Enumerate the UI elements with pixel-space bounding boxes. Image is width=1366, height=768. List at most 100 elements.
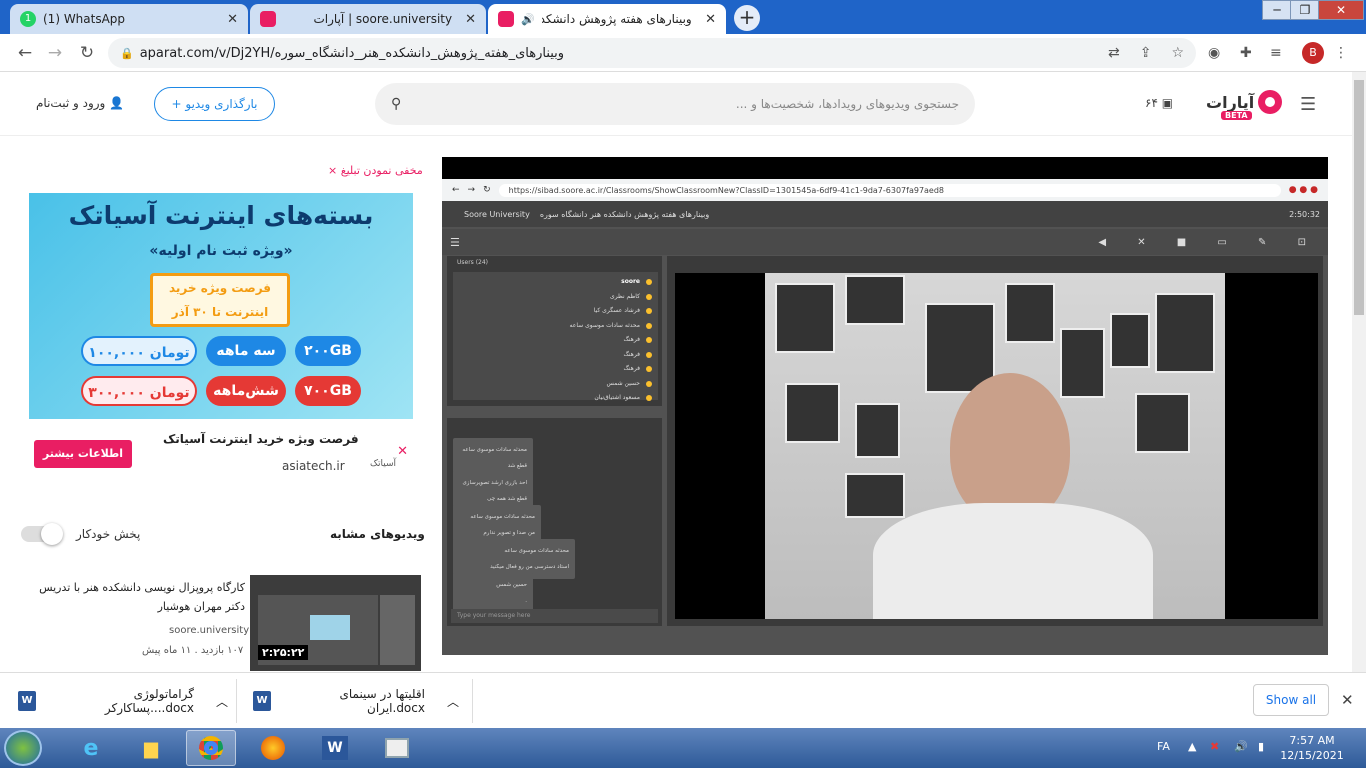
forward-icon[interactable]: → bbox=[44, 42, 66, 64]
close-tab-icon[interactable]: ✕ bbox=[705, 12, 716, 27]
scrollbar-thumb[interactable] bbox=[1354, 80, 1364, 315]
message-author: حسین شمس bbox=[496, 582, 527, 588]
chrome-taskbar-icon[interactable] bbox=[186, 730, 236, 766]
address-bar[interactable]: 🔒 aparat.com/v/Dj2YH/وبینارهای_هفته_پژوه… bbox=[108, 38, 1196, 68]
wall-photo bbox=[1110, 313, 1150, 368]
tab-title: (1) WhatsApp bbox=[43, 12, 126, 26]
upload-video-button[interactable]: + بارگذاری ویدیو bbox=[154, 87, 275, 121]
chevron-up-icon[interactable]: ︿ bbox=[447, 693, 459, 710]
word-taskbar-icon[interactable]: W bbox=[310, 730, 360, 766]
user-row: حسین شمس bbox=[453, 377, 658, 392]
search-input[interactable]: جستجوی ویدیوهای رویدادها، شخصیت‌ها و ... bbox=[736, 97, 959, 111]
whatsapp-icon: 1 bbox=[20, 11, 36, 27]
puzzle-icon[interactable]: ✚ bbox=[1240, 45, 1252, 61]
autoplay-toggle[interactable] bbox=[21, 523, 63, 545]
tray-expand-icon[interactable]: ▲ bbox=[1188, 740, 1196, 753]
advertiser-logo: ✕ آسیاتک bbox=[358, 444, 408, 470]
user-row: فرهنگ bbox=[453, 362, 658, 377]
ad-banner[interactable]: بسته‌های اینترنت آسیاتک «ویژه ثبت نام او… bbox=[29, 193, 413, 419]
lock-icon: 🔒 bbox=[120, 46, 134, 60]
ad-offer-line: فرصت ویژه خرید bbox=[168, 281, 272, 295]
back-icon[interactable]: ← bbox=[14, 42, 36, 64]
tab-whatsapp[interactable]: 1 (1) WhatsApp ✕ bbox=[10, 4, 248, 34]
chat-message: حسین شمس . bbox=[453, 573, 533, 613]
clock-date: 12/15/2021 bbox=[1280, 749, 1344, 762]
chevron-up-icon[interactable]: ︿ bbox=[216, 693, 228, 710]
ad-caption[interactable]: فرصت ویژه خرید اینترنت آسیاتک bbox=[163, 432, 359, 446]
reload-icon[interactable]: ↻ bbox=[76, 42, 98, 64]
tab-title: آپارات | soore.university bbox=[313, 12, 453, 26]
translate-icon[interactable]: ⇄ bbox=[1108, 45, 1120, 61]
system-clock[interactable]: 7:57 AM 12/15/2021 bbox=[1278, 733, 1346, 763]
wall-photo bbox=[855, 403, 900, 458]
download-item[interactable]: W گراماتولوژی پساکارکر....docx ︿ bbox=[18, 673, 228, 729]
close-tab-icon[interactable]: ✕ bbox=[227, 12, 238, 27]
extension-icon: ● ● ● bbox=[1288, 185, 1318, 195]
live-tv-icon: ▣ bbox=[1161, 96, 1174, 110]
thumbnail-inner-sidebar bbox=[380, 595, 415, 665]
wall-photo bbox=[845, 473, 905, 518]
tab-aparat-channel[interactable]: آپارات | soore.university ✕ bbox=[250, 4, 486, 34]
thumbnail-inner-image bbox=[310, 615, 350, 640]
internet-explorer-icon[interactable]: e bbox=[66, 730, 116, 766]
aparat-logo-icon bbox=[1258, 90, 1283, 114]
language-indicator[interactable]: FA bbox=[1157, 740, 1170, 753]
signal-icon[interactable]: ▮ bbox=[1258, 740, 1264, 753]
network-status-icon[interactable]: ✖ bbox=[1210, 740, 1219, 753]
wall-photo bbox=[1155, 293, 1215, 373]
media-control-icon[interactable]: ≡ bbox=[1270, 45, 1282, 61]
hide-ad-link[interactable]: × مخفی نمودن تبلیغ bbox=[328, 164, 423, 177]
firefox-icon[interactable] bbox=[248, 730, 298, 766]
browser-toolbar: ← → ↻ 🔒 aparat.com/v/Dj2YH/وبینارهای_هفت… bbox=[0, 34, 1366, 72]
app-title: وبینارهای هفته پژوهش دانشکده هنر دانشگاه… bbox=[539, 209, 710, 219]
profile-avatar[interactable]: B bbox=[1302, 42, 1324, 64]
counter-value: ۶۴ bbox=[1145, 96, 1158, 110]
ad-subline: «ویژه ثبت نام اولیه» bbox=[149, 243, 293, 259]
plan2-size: ۷۰۰GB bbox=[295, 376, 361, 406]
remote-desktop-icon[interactable] bbox=[372, 730, 422, 766]
video-duration: ۲:۲۵:۲۲ bbox=[258, 645, 309, 660]
message-text: . bbox=[525, 598, 527, 604]
login-button[interactable]: ورود و ثبت‌نام 👤 bbox=[36, 96, 124, 110]
related-video-channel[interactable]: soore.university bbox=[169, 625, 249, 636]
bookmark-star-icon[interactable]: ☆ bbox=[1171, 45, 1184, 61]
chrome-menu-icon[interactable]: ⋮ bbox=[1334, 45, 1348, 61]
tab-current-video[interactable]: 🔊 وبینارهای هفته پژوهش دانشکده هنر د ✕ bbox=[488, 4, 726, 34]
close-download-bar-icon[interactable]: ✕ bbox=[1341, 691, 1354, 709]
ad-offer-line: اینترنت تا ۳۰ آذر bbox=[171, 305, 269, 319]
new-tab-button[interactable]: + bbox=[734, 5, 760, 31]
start-button[interactable] bbox=[4, 730, 42, 766]
wall-photo bbox=[1135, 393, 1190, 453]
word-doc-icon: W bbox=[253, 691, 271, 711]
file-explorer-icon[interactable]: ▆ bbox=[126, 730, 176, 766]
wall-photo bbox=[1005, 283, 1055, 343]
share-icon[interactable]: ⇪ bbox=[1140, 45, 1152, 61]
plan1-size: ۲۰۰GB bbox=[295, 336, 361, 366]
window-close-button[interactable]: ✕ bbox=[1318, 0, 1364, 20]
message-author: محدثه سادات موسوی ساعه bbox=[504, 548, 569, 554]
minimize-button[interactable]: ─ bbox=[1262, 0, 1292, 20]
download-item[interactable]: W اقلیتها در سینمای ایران.docx ︿ bbox=[253, 673, 459, 729]
close-tab-icon[interactable]: ✕ bbox=[465, 12, 476, 27]
plan2-price: ۳۰۰,۰۰۰ تومان bbox=[81, 376, 197, 406]
extension-icon[interactable]: ◉ bbox=[1208, 45, 1220, 61]
volume-icon[interactable]: 🔊 bbox=[1234, 740, 1248, 753]
search-box[interactable]: جستجوی ویدیوهای رویدادها، شخصیت‌ها و ...… bbox=[375, 83, 975, 125]
tab-title: وبینارهای هفته پژوهش دانشکده هنر د bbox=[541, 12, 692, 26]
related-video-title[interactable]: کارگاه پروپزال نویسی دانشکده هنر با تدری… bbox=[20, 578, 245, 616]
live-counter[interactable]: ۶۴ ▣ bbox=[1145, 96, 1173, 110]
more-info-button[interactable]: اطلاعات بیشتر bbox=[34, 440, 132, 468]
presenter-head bbox=[950, 373, 1070, 523]
chat-panel: محدثه سادات موسوی ساعه قطع شد احد بازری … bbox=[447, 418, 662, 626]
search-icon[interactable]: ⚲ bbox=[391, 96, 401, 112]
classroom-toolbar: ☰ ◀ ✕ ■ ▭ ✎ ⊡ bbox=[442, 229, 1328, 255]
browser-tab-strip: 1 (1) WhatsApp ✕ آپارات | soore.universi… bbox=[0, 0, 1366, 34]
users-header: Users (24) bbox=[457, 259, 489, 266]
message-author: احد بازری ارشد تصویرسازی bbox=[462, 480, 527, 486]
maximize-button[interactable]: ❐ bbox=[1290, 0, 1320, 20]
show-all-button[interactable]: Show all bbox=[1253, 684, 1329, 716]
beta-badge: BETA bbox=[1221, 111, 1252, 120]
shared-url: https://sibad.soore.ac.ir/Classrooms/Sho… bbox=[498, 183, 1281, 197]
wall-photo bbox=[845, 275, 905, 325]
hamburger-menu-icon[interactable]: ☰ bbox=[1300, 94, 1316, 115]
